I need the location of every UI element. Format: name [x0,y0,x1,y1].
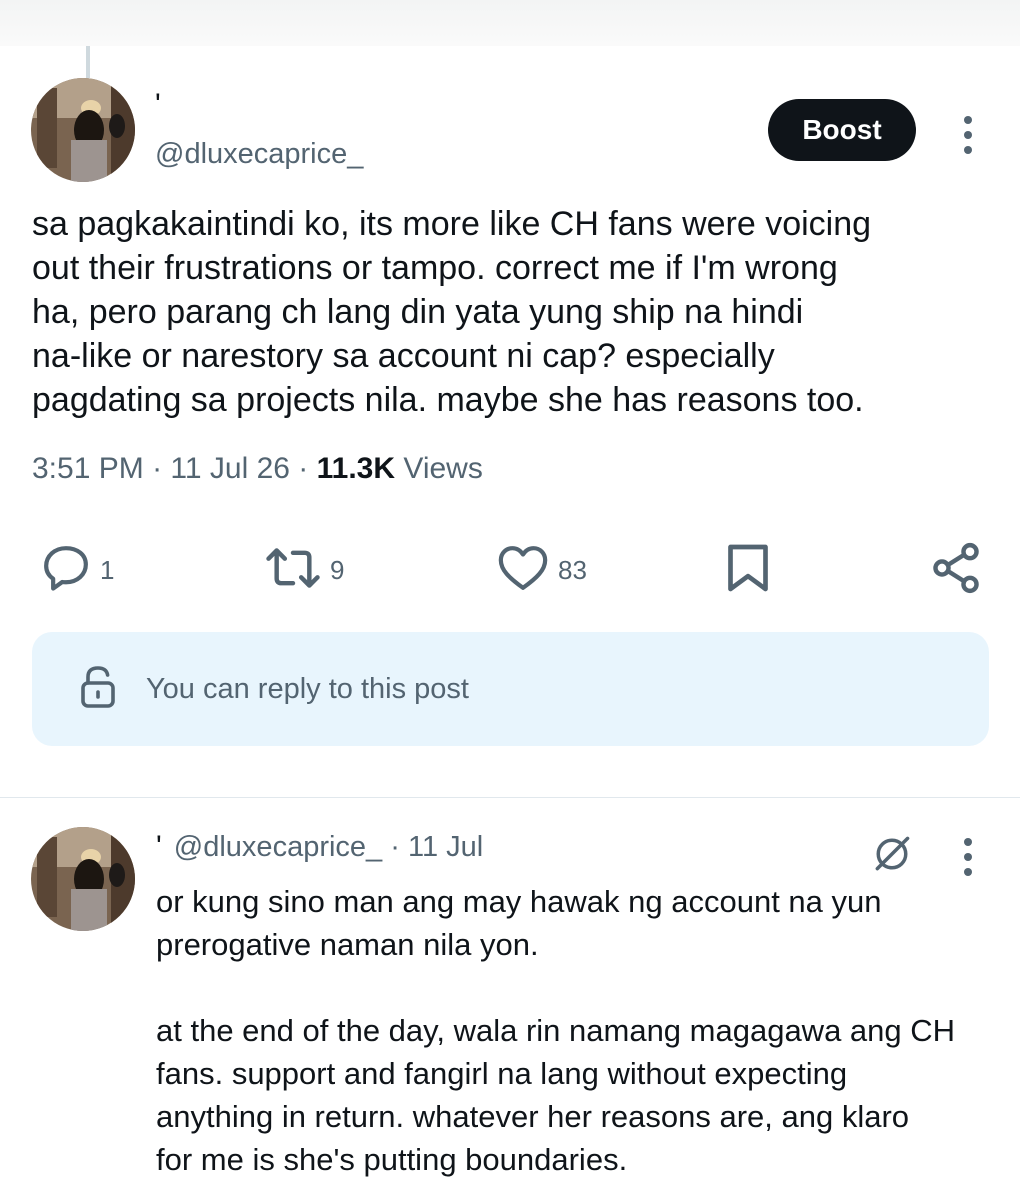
post-text-line: out their frustrations or tampo. correct… [32,249,838,287]
avatar[interactable] [31,78,135,182]
reply-permission-text: You can reply to this post [146,672,469,705]
divider [0,797,1020,798]
post-text-line: ha, pero parang ch lang din yata yung sh… [32,293,804,331]
reply-text-line: or kung sino man ang may hawak ng accoun… [156,884,882,919]
post-meta: 3:51 PM · 11 Jul 26 · 11.3K Views [32,452,483,486]
top-strip [0,0,1020,46]
reply-text-line: prerogative naman nila yon. [156,927,539,962]
reply-count: 1 [100,554,115,585]
bookmark-button[interactable] [720,540,776,600]
heart-icon [494,540,552,601]
reply-header: ' @dluxecaprice_ · 11 Jul [156,830,483,864]
thread-line [86,46,90,78]
unlock-icon [78,663,118,716]
post-text-line: pagdating sa projects nila. maybe she ha… [32,381,864,419]
display-name[interactable]: ' [155,88,161,122]
boost-button[interactable]: Boost [768,99,916,161]
reply-display-name[interactable]: ' [156,830,162,863]
grok-icon[interactable] [870,832,914,881]
reply-permission-banner: You can reply to this post [32,632,989,746]
views-count: 11.3K [316,452,396,485]
reply-date[interactable]: · 11 Jul [390,831,483,863]
reply-text-line: anything in return. whatever her reasons… [156,1099,910,1134]
reply-text: or kung sino man ang may hawak ng accoun… [156,880,996,1181]
more-dots-icon[interactable] [958,116,978,161]
post-date[interactable]: 11 Jul 26 [170,452,290,485]
bookmark-icon [720,540,776,601]
post-text-line: na-like or narestory sa account ni cap? … [32,337,775,375]
reply-handle[interactable]: @dluxecaprice_ [174,831,382,863]
repost-button[interactable]: 9 [262,540,344,600]
user-handle[interactable]: @dluxecaprice_ [155,138,363,171]
comment-icon [38,540,94,601]
post-text-line: sa pagkakaintindi ko, its more like CH f… [32,205,872,243]
like-count: 83 [558,554,587,585]
meta-separator: · [298,452,317,485]
reply-text-line: fans. support and fangirl na lang withou… [156,1056,848,1091]
reply-avatar[interactable] [31,827,135,931]
reply-text-line: for me is she's putting boundaries. [156,1142,628,1177]
like-button[interactable]: 83 [494,540,587,600]
repost-count: 9 [330,554,345,585]
share-button[interactable] [928,540,984,600]
share-icon [928,540,984,601]
post-text: sa pagkakaintindi ko, its more like CH f… [32,202,992,422]
post-time[interactable]: 3:51 PM [32,452,144,485]
meta-separator: · [152,452,171,485]
repost-icon [262,540,324,601]
reply-button[interactable]: 1 [38,540,114,600]
reply-more-dots-icon[interactable] [958,838,978,883]
views-label: Views [403,452,483,485]
reply-text-line: at the end of the day, wala rin namang m… [156,1013,956,1048]
